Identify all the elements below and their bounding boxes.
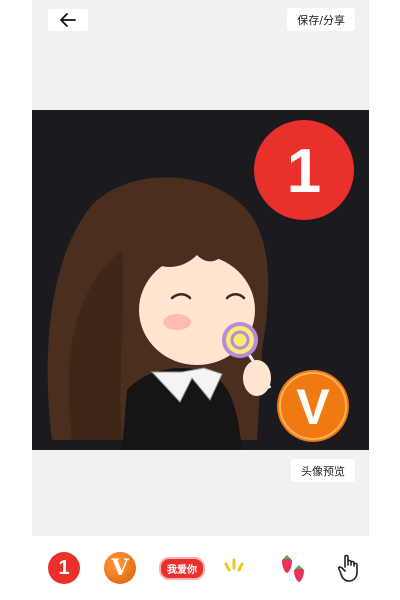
avatar-illustration: 1 V	[47, 120, 354, 450]
sticker-letter-v-badge: V	[104, 552, 136, 584]
sticker-sparkle[interactable]	[220, 550, 248, 586]
sticker-hand-pointer[interactable]	[337, 550, 363, 586]
hand-pointer-icon	[337, 554, 358, 582]
badge-number: 1	[287, 137, 321, 206]
sticker-number-1-badge: 1	[48, 552, 80, 584]
avatar-preview-button[interactable]: 头像预览	[291, 459, 355, 482]
top-toolbar: 保存/分享	[32, 0, 369, 40]
sticker-strawberry[interactable]	[276, 550, 310, 586]
sticker-letter-v[interactable]: V	[104, 550, 136, 586]
badge-letter: V	[296, 379, 330, 435]
sticker-number-1[interactable]: 1	[48, 550, 80, 586]
sticker-love-you-text: 我爱你	[159, 556, 205, 580]
sticker-bar: 1 V 我爱你	[32, 536, 369, 600]
strawberry-icon	[282, 555, 304, 582]
save-share-button[interactable]: 保存/分享	[287, 8, 355, 31]
back-button[interactable]	[48, 9, 88, 31]
avatar-canvas[interactable]: 1 V	[32, 110, 369, 450]
sparkle-icon	[224, 558, 244, 572]
arrow-left-icon	[60, 13, 76, 27]
app-screen: 保存/分享 1 V 头像预览 1 V 我爱你	[32, 0, 369, 600]
sticker-love-you[interactable]: 我爱你	[159, 550, 205, 586]
